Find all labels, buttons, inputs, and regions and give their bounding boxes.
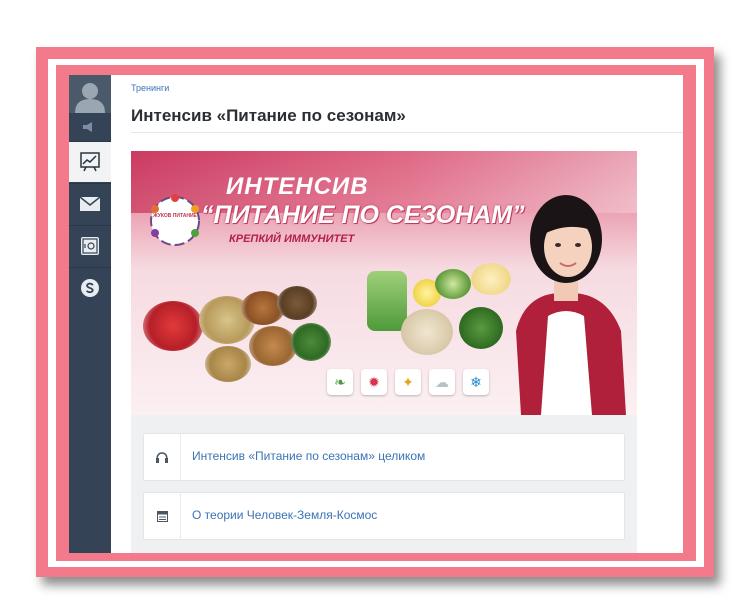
lesson-link[interactable]: Интенсив «Питание по сезонам» целиком xyxy=(192,449,425,463)
food-cucumber xyxy=(435,269,471,299)
safe-icon xyxy=(81,237,99,255)
food-greens xyxy=(291,323,331,361)
speaker-icon xyxy=(83,122,92,132)
lesson-item[interactable]: О теории Человек-Земля-Космос xyxy=(143,492,625,540)
collapse-sidebar-button[interactable] xyxy=(69,113,111,141)
sidebar-item-mail[interactable] xyxy=(69,183,111,224)
headphones-icon xyxy=(144,434,181,480)
app-screen: Тренинги Интенсив «Питание по сезонам» Ж… xyxy=(69,75,683,553)
food-seeds xyxy=(277,286,317,320)
food-berries xyxy=(143,301,203,351)
snowflake-icon: ❄ xyxy=(463,369,489,395)
sidebar-item-skype[interactable] xyxy=(69,267,111,308)
banner-title-line1: ИНТЕНСИВ xyxy=(226,173,369,200)
mail-icon xyxy=(80,197,100,211)
banner-subtitle: КРЕПКИЙ ИММУНИТЕТ xyxy=(229,233,355,245)
avatar[interactable] xyxy=(69,75,111,113)
skype-icon xyxy=(81,279,99,297)
title-divider xyxy=(131,132,683,133)
breadcrumb-trainings[interactable]: Тренинги xyxy=(131,83,169,93)
lesson-item[interactable]: Интенсив «Питание по сезонам» целиком xyxy=(143,433,625,481)
lesson-list: Интенсив «Питание по сезонам» целиком О … xyxy=(131,415,637,553)
food-smoothie xyxy=(367,271,407,331)
page-title: Интенсив «Питание по сезонам» xyxy=(131,106,406,125)
presenter-photo xyxy=(516,195,626,415)
sidebar-item-safe[interactable] xyxy=(69,225,111,266)
chart-board-icon xyxy=(80,152,100,172)
food-oats xyxy=(401,309,453,355)
food-almonds xyxy=(249,326,297,366)
logo-text: ЖУКОВ ПИТАНИЕ xyxy=(153,213,197,219)
cloud-icon: ☁ xyxy=(429,369,455,395)
leaf-icon: ❧ xyxy=(327,369,353,395)
sidebar xyxy=(69,75,111,553)
banner-title-line2: “ПИТАНИЕ ПО СЕЗОНАМ” xyxy=(201,201,525,229)
brand-logo xyxy=(150,194,200,246)
lesson-link[interactable]: О теории Человек-Земля-Космос xyxy=(192,508,377,522)
main-content: Тренинги Интенсив «Питание по сезонам» Ж… xyxy=(111,75,683,553)
course-banner: ЖУКОВ ПИТАНИЕ ИНТЕНСИВ “ПИТАНИЕ ПО СЕЗОН… xyxy=(131,151,637,415)
maple-leaf-icon: ✦ xyxy=(395,369,421,395)
document-icon xyxy=(144,493,181,539)
food-lentils xyxy=(205,346,251,382)
sidebar-item-trainings[interactable] xyxy=(69,141,111,182)
sun-icon: ✹ xyxy=(361,369,387,395)
user-icon xyxy=(75,83,105,113)
